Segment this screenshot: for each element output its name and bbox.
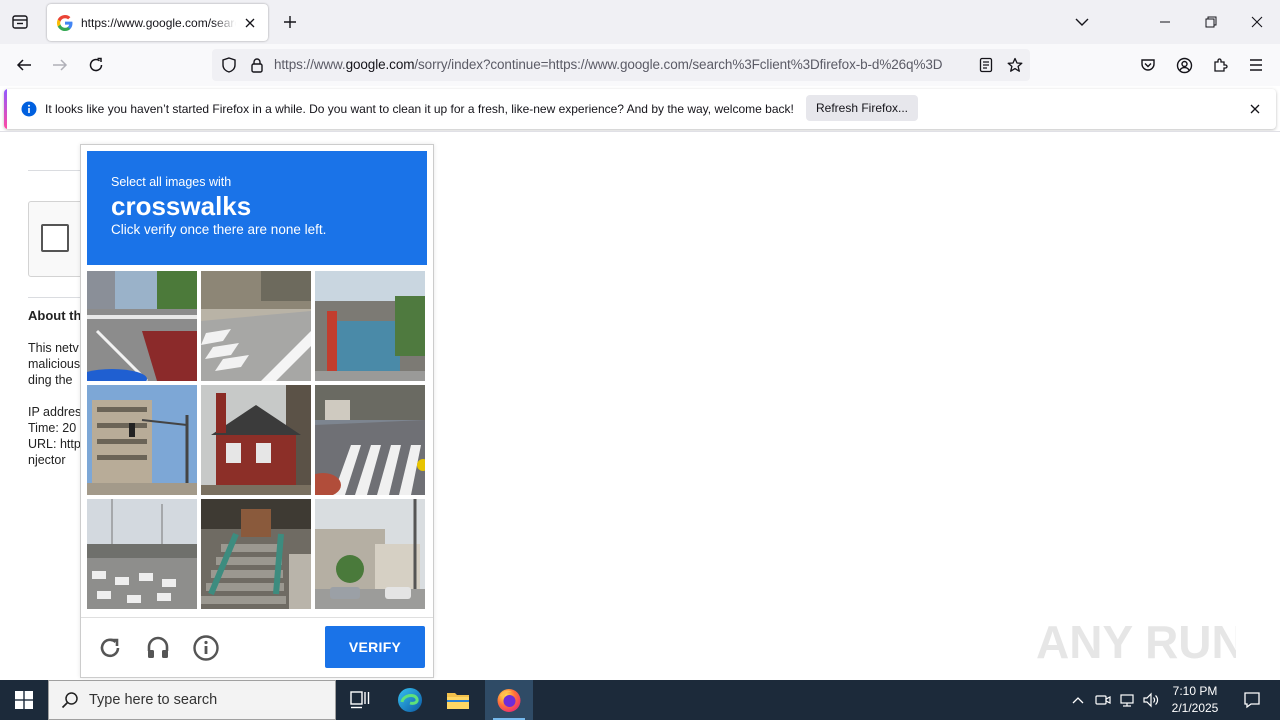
meet-now-icon[interactable] (1093, 690, 1113, 710)
refresh-firefox-notification: It looks like you haven’t started Firefo… (4, 89, 1276, 129)
edge-browser-icon[interactable] (386, 680, 434, 720)
reload-challenge-icon[interactable] (95, 633, 125, 663)
firefox-taskbar-icon[interactable] (485, 680, 533, 720)
challenge-instruction: Select all images with (111, 175, 232, 189)
hamburger-menu-icon[interactable] (1241, 50, 1271, 80)
tracking-protection-shield-icon[interactable] (220, 56, 238, 74)
watermark-text: ANY RUN (1036, 616, 1236, 668)
captcha-tile[interactable] (87, 385, 197, 495)
about-line: ding the (28, 373, 73, 387)
close-tab-icon[interactable] (242, 15, 258, 31)
url-text[interactable]: https://www.google.com/sorry/index?conti… (274, 57, 970, 72)
account-icon[interactable] (1169, 50, 1199, 80)
bookmark-star-icon[interactable] (1006, 56, 1024, 74)
challenge-header: Select all images with crosswalks Click … (87, 151, 427, 265)
show-hidden-icons-chevron-icon[interactable] (1068, 690, 1088, 710)
google-favicon-icon (57, 14, 73, 31)
challenge-subtext: Click verify once there are none left. (111, 222, 327, 237)
minimize-button[interactable] (1142, 0, 1188, 44)
url-bar[interactable]: https://www.google.com/sorry/index?conti… (212, 49, 1030, 81)
captcha-tile[interactable] (201, 385, 311, 495)
firefox-view-icon[interactable] (8, 10, 32, 34)
forward-icon[interactable] (45, 50, 75, 80)
task-view-icon[interactable] (336, 680, 384, 720)
url-prefix: https://www. (274, 57, 346, 72)
captcha-tile[interactable] (315, 499, 425, 609)
about-line: URL: http (28, 437, 81, 451)
refresh-firefox-button[interactable]: Refresh Firefox... (806, 95, 918, 121)
audio-challenge-headphones-icon[interactable] (143, 633, 173, 663)
footer-divider (81, 617, 433, 618)
close-window-button[interactable] (1234, 0, 1280, 44)
about-line: IP addres (28, 405, 82, 419)
back-icon[interactable] (9, 50, 39, 80)
list-all-tabs-icon[interactable] (1070, 10, 1094, 34)
image-grid (87, 271, 429, 611)
recaptcha-checkbox[interactable] (41, 224, 69, 252)
divider (28, 170, 88, 171)
taskbar-search[interactable] (48, 680, 336, 720)
tab-strip: https://www.google.com/search?client=fir… (0, 0, 1280, 44)
file-explorer-icon[interactable] (434, 680, 482, 720)
challenge-target: crosswalks (111, 191, 252, 221)
recaptcha-challenge-dialog: Select all images with crosswalks Click … (80, 144, 434, 678)
search-icon (61, 692, 78, 709)
action-center-icon[interactable] (1232, 680, 1272, 720)
browser-tab[interactable]: https://www.google.com/search?client=fir… (47, 4, 268, 41)
tab-title: https://www.google.com/search?client=fir… (81, 15, 236, 30)
help-info-icon[interactable] (191, 633, 221, 663)
about-line: This netv (28, 341, 79, 355)
reader-view-icon[interactable] (977, 56, 995, 74)
close-notification-icon[interactable] (1247, 101, 1263, 117)
captcha-tile[interactable] (87, 499, 197, 609)
new-tab-icon[interactable] (278, 10, 302, 34)
restore-button[interactable] (1188, 0, 1234, 44)
divider (28, 297, 88, 298)
reload-icon[interactable] (81, 50, 111, 80)
volume-icon[interactable] (1141, 690, 1161, 710)
info-icon (21, 101, 37, 117)
captcha-tile[interactable] (201, 271, 311, 381)
url-path: /sorry/index?continue=https://www.google… (414, 57, 943, 72)
navigation-toolbar: https://www.google.com/sorry/index?conti… (0, 44, 1280, 86)
taskbar-clock[interactable]: 7:10 PM 2/1/2025 (1160, 683, 1230, 717)
clock-date: 2/1/2025 (1171, 701, 1219, 715)
taskbar-search-input[interactable] (89, 692, 329, 708)
padlock-icon[interactable] (248, 56, 266, 74)
about-line: Time: 20 (28, 421, 77, 435)
about-line (28, 388, 81, 404)
captcha-tile[interactable] (87, 271, 197, 381)
about-line: malicious (28, 357, 81, 371)
network-icon[interactable] (1117, 690, 1137, 710)
captcha-tile[interactable] (315, 385, 425, 495)
pocket-icon[interactable] (1133, 50, 1163, 80)
about-text: This netv malicious ding the IP addres T… (28, 340, 81, 468)
windows-start-icon[interactable] (0, 680, 48, 720)
clock-time: 7:10 PM (1172, 684, 1218, 698)
anyrun-watermark: ANY RUN (1036, 606, 1236, 672)
recaptcha-widget (28, 201, 88, 277)
extensions-icon[interactable] (1205, 50, 1235, 80)
notification-message: It looks like you haven’t started Firefo… (45, 102, 794, 116)
url-domain: google.com (345, 57, 415, 72)
captcha-tile[interactable] (201, 499, 311, 609)
about-heading: About th (28, 308, 82, 323)
about-line: njector (28, 453, 66, 467)
captcha-tile[interactable] (315, 271, 425, 381)
windows-taskbar: 7:10 PM 2/1/2025 (0, 680, 1280, 720)
verify-button[interactable]: VERIFY (325, 626, 425, 668)
